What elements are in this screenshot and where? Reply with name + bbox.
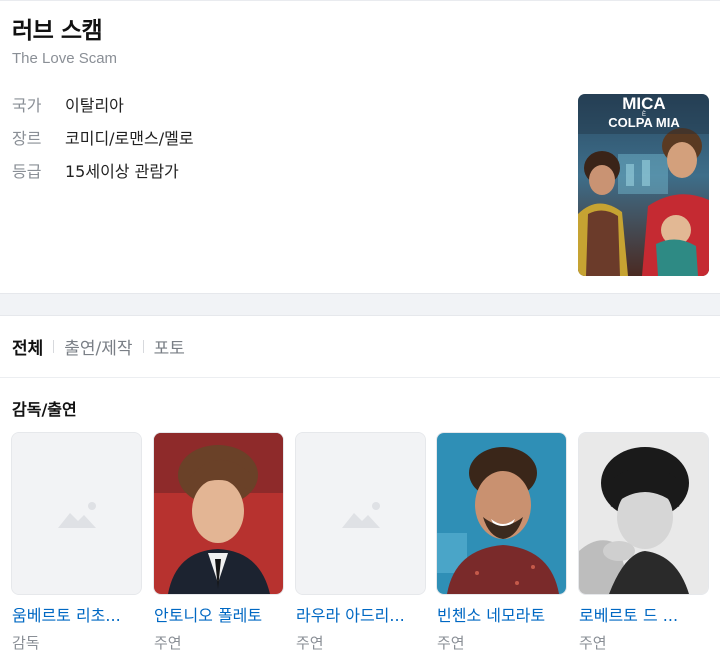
tab-bar: 전체 출연/제작 포토 bbox=[0, 316, 720, 378]
cast-name[interactable]: 로베르토 드 ... bbox=[579, 602, 710, 626]
portrait-image bbox=[437, 433, 566, 594]
portrait-image bbox=[154, 433, 283, 594]
cast-photo[interactable] bbox=[153, 432, 284, 595]
poster-title-line2: COLPA MIA bbox=[608, 115, 680, 130]
info-key: 국가 bbox=[12, 96, 42, 115]
section-divider bbox=[0, 293, 720, 316]
tab-all[interactable]: 전체 bbox=[12, 334, 43, 359]
cast-role: 주연 bbox=[296, 634, 324, 652]
tab-divider bbox=[142, 340, 144, 353]
info-value: 코미디/로맨스/멜로 bbox=[65, 129, 194, 148]
cast-photo[interactable] bbox=[295, 432, 426, 595]
cast-card[interactable]: 로베르토 드 ... 주연 bbox=[578, 432, 709, 652]
poster-title-line1: MICA bbox=[622, 94, 665, 113]
cast-role: 감독 bbox=[12, 634, 40, 652]
cast-card[interactable]: 라우라 아드리... 주연 bbox=[295, 432, 426, 652]
info-key: 장르 bbox=[12, 129, 42, 148]
cast-name[interactable]: 빈첸소 네모라토 bbox=[437, 602, 568, 626]
cast-name[interactable]: 움베르토 리초... bbox=[12, 602, 143, 626]
info-value: 이탈리아 bbox=[65, 96, 124, 115]
movie-title[interactable]: 러브 스캠 bbox=[12, 11, 103, 45]
info-key: 등급 bbox=[12, 162, 42, 181]
cast-role: 주연 bbox=[154, 634, 182, 652]
tab-divider bbox=[53, 340, 55, 353]
cast-name[interactable]: 안토니오 폴레토 bbox=[154, 602, 285, 626]
cast-card[interactable]: 안토니오 폴레토 주연 bbox=[153, 432, 284, 652]
cast-photo[interactable] bbox=[11, 432, 142, 595]
tab-photo[interactable]: 포토 bbox=[154, 334, 185, 359]
cast-photo[interactable] bbox=[578, 432, 709, 595]
section-title-director-cast: 감독/출연 bbox=[12, 400, 77, 419]
placeholder-image-icon bbox=[12, 433, 141, 594]
info-value: 15세이상 관람가 bbox=[65, 162, 179, 181]
cast-card[interactable]: 움베르토 리초... 감독 bbox=[11, 432, 142, 652]
cast-photo[interactable] bbox=[436, 432, 567, 595]
cast-list: 움베르토 리초... 감독 안토니오 폴레토 주연 라우라 아드리... 주연 … bbox=[11, 432, 720, 658]
cast-name[interactable]: 라우라 아드리... bbox=[296, 602, 427, 626]
movie-original-title: The Love Scam bbox=[12, 50, 118, 67]
cast-card[interactable]: 빈첸소 네모라토 주연 bbox=[436, 432, 567, 652]
cast-role: 주연 bbox=[579, 634, 607, 652]
portrait-image bbox=[579, 433, 708, 594]
info-row-country: 국가 이탈리아 bbox=[12, 92, 124, 116]
info-row-genre: 장르 코미디/로맨스/멜로 bbox=[12, 125, 194, 149]
placeholder-image-icon bbox=[296, 433, 425, 594]
info-row-rating: 등급 15세이상 관람가 bbox=[12, 158, 179, 182]
cast-role: 주연 bbox=[437, 634, 465, 652]
movie-poster[interactable]: MICA È COLPA MIA bbox=[578, 94, 709, 276]
movie-header: 러브 스캠 The Love Scam 국가 이탈리아 장르 코미디/로맨스/멜… bbox=[0, 0, 720, 293]
tab-cast-crew[interactable]: 출연/제작 bbox=[64, 334, 132, 359]
